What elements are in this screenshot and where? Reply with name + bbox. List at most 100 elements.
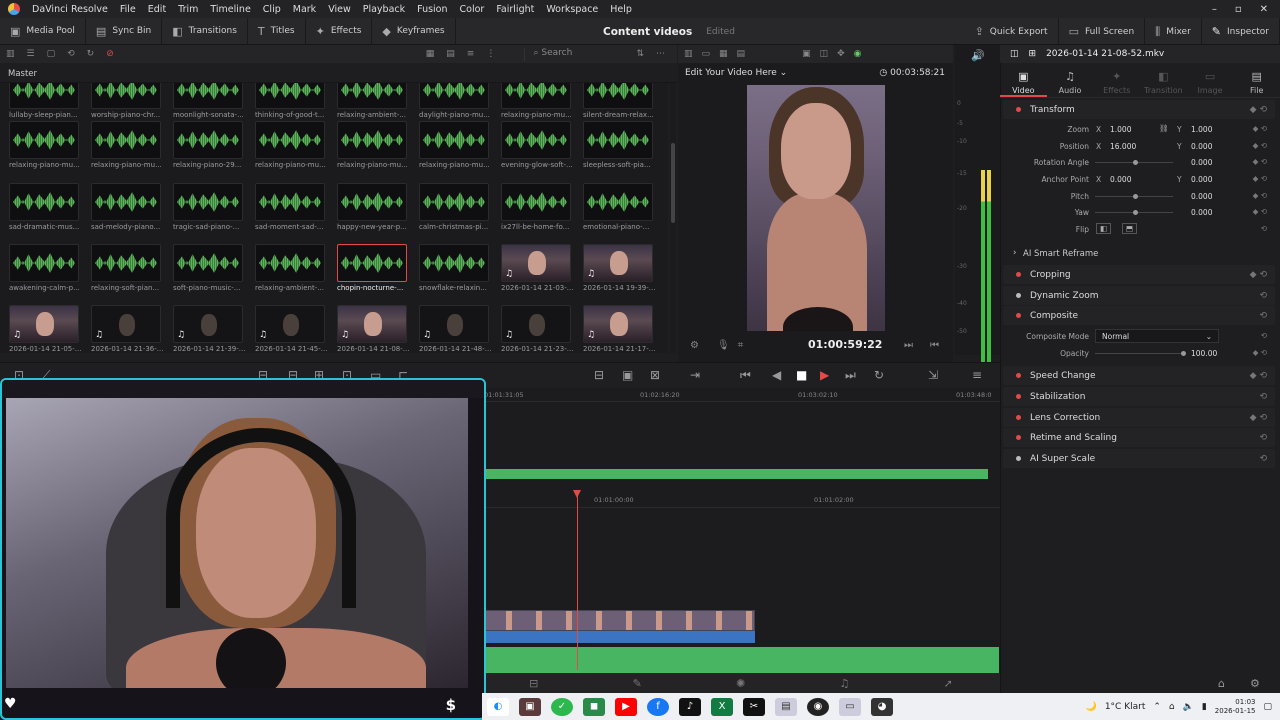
reset-icon[interactable]: ◆ ⟲ xyxy=(1250,413,1267,423)
section-cropping[interactable]: Cropping ◆ ⟲ xyxy=(1003,265,1275,284)
app-window-icon[interactable]: ▭ xyxy=(839,697,861,716)
go-to-end-icon[interactable]: ⏭ xyxy=(904,340,913,351)
fullscreen-toggle-icon[interactable]: ⇲ xyxy=(928,368,938,382)
reverse-icon[interactable]: ◀ xyxy=(772,368,781,382)
overview-ruler[interactable]: 01:01:31:05 01:02:16:20 01:03:02:10 01:0… xyxy=(482,388,1000,402)
yaw-field[interactable]: 0.000 xyxy=(1191,208,1212,217)
keyframe-icon[interactable]: ◆ ⟲ xyxy=(1253,348,1267,357)
menu-clip[interactable]: Clip xyxy=(257,4,287,15)
facebook-icon[interactable]: f xyxy=(647,697,669,716)
rotation-slider[interactable] xyxy=(1095,160,1173,165)
pitch-field[interactable]: 0.000 xyxy=(1191,192,1212,201)
menu-file[interactable]: File xyxy=(114,4,142,15)
reset-icon[interactable]: ⟲ xyxy=(1259,392,1267,402)
media-clip[interactable]: tragic-sad-piano-... xyxy=(173,183,247,233)
sort-icon[interactable]: ⇅ xyxy=(636,49,644,59)
sync-bin-button[interactable]: ▤ Sync Bin xyxy=(86,17,163,45)
anchor-x-field[interactable]: 0.000 xyxy=(1110,175,1131,184)
media-clip[interactable]: sad-melody-piano... xyxy=(91,183,165,233)
timeline-ruler[interactable]: 01:01:00:00 01:01:02:00 xyxy=(482,490,1000,508)
skip-forward-icon[interactable]: ⏭ xyxy=(845,368,856,383)
playhead[interactable] xyxy=(573,490,581,670)
link-icon[interactable]: ⛓ xyxy=(1159,124,1169,133)
search-input[interactable]: ⌕ Search xyxy=(524,47,624,61)
opacity-field[interactable]: 100.00 xyxy=(1191,349,1217,358)
tab-file[interactable]: ▤ File xyxy=(1233,66,1280,97)
tab-image[interactable]: ▭ Image xyxy=(1187,66,1234,97)
close-icon[interactable]: ✕ xyxy=(1260,4,1268,15)
speaker-icon[interactable]: 🔊 xyxy=(971,49,985,62)
sync-icon[interactable]: ⟲ xyxy=(67,49,75,59)
cut-page-icon[interactable]: ⊟ xyxy=(529,677,538,690)
flip-horizontal-icon[interactable]: ◧ xyxy=(1096,223,1112,234)
reset-icon[interactable]: ⟲ xyxy=(1259,311,1267,321)
keyframe-icon[interactable]: ◆ ⟲ xyxy=(1253,191,1267,200)
media-clip[interactable]: relaxing-piano-mu... xyxy=(419,121,493,171)
viewer-monitor-icon[interactable]: ◫ xyxy=(820,49,829,59)
deliver-page-icon[interactable]: ➚ xyxy=(944,677,953,690)
opacity-slider[interactable] xyxy=(1095,351,1186,356)
reset-icon[interactable]: ⟲ xyxy=(1261,331,1267,340)
media-clip[interactable]: ♫ 2026-01-14 21-48-... xyxy=(419,305,493,353)
media-clip[interactable]: calm-christmas-pi... xyxy=(419,183,493,233)
loop-icon[interactable]: ↻ xyxy=(874,368,884,382)
viewer-layout-icon[interactable]: ▥ xyxy=(684,49,693,59)
fairlight-page-icon[interactable]: ♫ xyxy=(840,677,850,690)
rotation-field[interactable]: 0.000 xyxy=(1191,158,1212,167)
keyframe-icon[interactable]: ◆ ⟲ xyxy=(1253,174,1267,183)
source-icon[interactable]: ⊟ xyxy=(594,368,604,382)
play-icon[interactable]: ▶ xyxy=(820,368,829,382)
media-clip[interactable]: chopin-nocturne-... xyxy=(337,244,411,294)
capcut-icon[interactable]: ✂ xyxy=(743,697,765,716)
media-clip[interactable]: ♫ 2026-01-14 21-45-... xyxy=(255,305,329,353)
media-pool-button[interactable]: ▣ Media Pool xyxy=(0,17,86,45)
section-ai-super-scale[interactable]: AI Super Scale ⟲ xyxy=(1003,449,1275,468)
pitch-slider[interactable] xyxy=(1095,194,1173,199)
edge-browser-icon[interactable]: ◐ xyxy=(487,697,509,716)
viewer-dual-icon[interactable]: ▦ xyxy=(719,49,728,59)
yaw-slider[interactable] xyxy=(1095,210,1173,215)
media-clip[interactable]: relaxing-piano-mu... xyxy=(501,83,575,121)
go-to-start-icon[interactable]: ⏮ xyxy=(930,340,939,351)
app-green-icon[interactable]: ✓ xyxy=(551,697,573,716)
effects-button[interactable]: ✦ Effects xyxy=(306,17,373,45)
media-clip[interactable]: worship-piano-chr... xyxy=(91,83,165,121)
linked-audio-clip[interactable] xyxy=(485,631,755,643)
mixer-button[interactable]: ⫼ Mixer xyxy=(1145,18,1202,45)
transitions-button[interactable]: ◧ Transitions xyxy=(162,17,248,45)
position-y-field[interactable]: 0.000 xyxy=(1191,142,1212,151)
media-clip[interactable]: ♫ 2026-01-14 19-39-... xyxy=(583,244,657,294)
media-clip[interactable]: relaxing-piano-mu... xyxy=(337,121,411,171)
media-clip[interactable]: ♫ 2026-01-14 21-36-... xyxy=(91,305,165,353)
viewer-ab-icon[interactable]: ⌗ xyxy=(738,340,744,351)
video-clip[interactable] xyxy=(485,610,755,631)
music-audio-track[interactable] xyxy=(485,647,999,673)
menu-trim[interactable]: Trim xyxy=(172,4,204,15)
inspector-button[interactable]: ✎ Inspector xyxy=(1202,18,1280,45)
reset-icon[interactable]: ⟲ xyxy=(1259,433,1267,443)
obs-icon[interactable]: ◉ xyxy=(807,697,829,716)
thumbnail-view-icon[interactable]: ▦ xyxy=(426,49,435,59)
excel-icon[interactable]: X xyxy=(711,697,733,716)
media-clip[interactable]: ♫ 2026-01-14 21-17-... xyxy=(583,305,657,353)
tray-chevron-icon[interactable]: ⌃ xyxy=(1153,702,1161,712)
clock[interactable]: 01:03 2026-01-15 xyxy=(1215,698,1256,716)
stop-icon[interactable]: ■ xyxy=(796,368,807,382)
position-x-field[interactable]: 16.000 xyxy=(1110,142,1136,151)
edit-page-icon[interactable]: ✎ xyxy=(633,677,642,690)
list-view-icon[interactable]: ☰ xyxy=(27,49,35,59)
reset-icon[interactable]: ⟲ xyxy=(1259,291,1267,301)
media-clip[interactable]: relaxing-piano-29... xyxy=(173,121,247,171)
minimize-icon[interactable]: – xyxy=(1212,4,1217,15)
reset-icon[interactable]: ◆ ⟲ xyxy=(1250,105,1267,115)
menu-color[interactable]: Color xyxy=(454,4,491,15)
file-explorer-icon[interactable]: ▤ xyxy=(775,697,797,716)
menu-timeline[interactable]: Timeline xyxy=(204,4,256,15)
media-clip[interactable]: ♫ 2026-01-14 21-03-... xyxy=(501,244,575,294)
overlay-icon[interactable]: ⊠ xyxy=(650,368,660,382)
menu-fusion[interactable]: Fusion xyxy=(411,4,453,15)
list-view-alt-icon[interactable]: ≡ xyxy=(467,49,475,59)
metadata-icon[interactable]: ⋮ xyxy=(486,49,495,59)
viewer-audio-icon[interactable]: 🎙 xyxy=(717,340,730,351)
volume-icon[interactable]: 🔈 xyxy=(1183,702,1194,712)
